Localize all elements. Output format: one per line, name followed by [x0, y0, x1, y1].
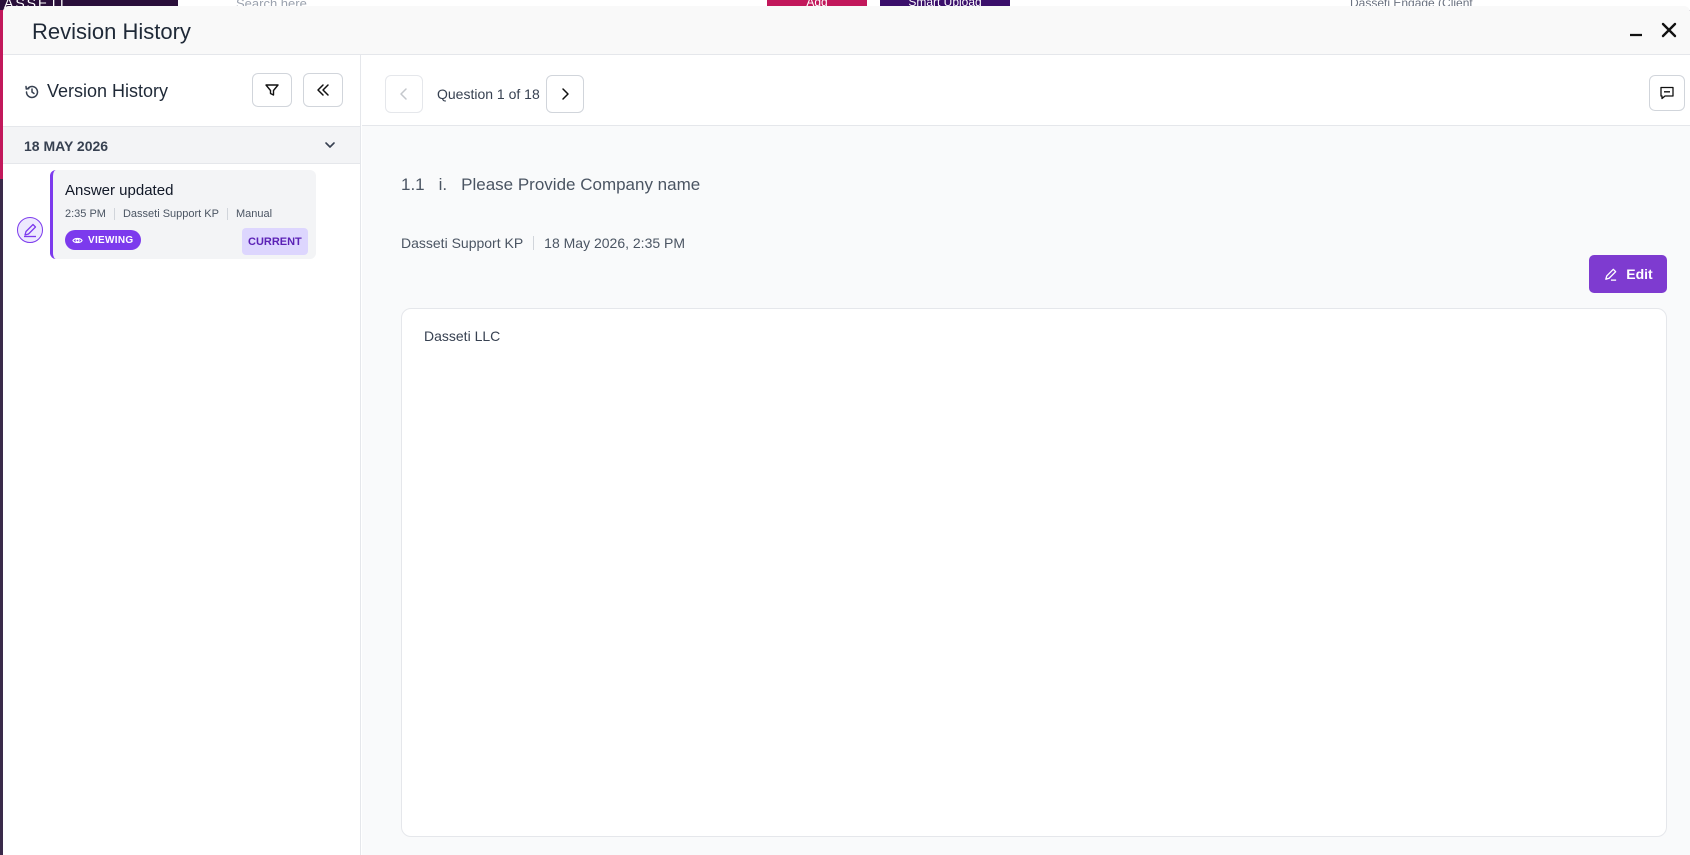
chevron-left-icon [400, 88, 407, 100]
main-content: Question 1 of 18 1.1 i. Please Provide C… [362, 55, 1690, 855]
answer-author: Dasseti Support KP [401, 235, 524, 251]
revision-time: 2:35 PM [65, 208, 106, 220]
sidebar-header: Version History [3, 55, 360, 126]
answer-text: Dasseti LLC [424, 328, 501, 344]
viewing-label: VIEWING [88, 234, 134, 246]
current-badge: CURRENT [242, 228, 308, 255]
revision-card[interactable]: Answer updated 2:35 PM Dasseti Support K… [50, 170, 316, 259]
date-group-label: 18 MAY 2026 [24, 138, 109, 154]
modal-title: Revision History [32, 19, 191, 44]
minimize-icon [1630, 33, 1642, 37]
minimize-button[interactable] [1624, 18, 1648, 42]
chevron-right-icon [562, 88, 569, 100]
answer-timestamp: 18 May 2026, 2:35 PM [544, 235, 686, 251]
chevrons-left-icon [317, 84, 329, 96]
question-counter: Question 1 of 18 [437, 86, 540, 102]
pencil-icon [24, 223, 37, 238]
comment-icon [1660, 86, 1674, 100]
next-question-button[interactable] [546, 75, 584, 113]
revision-marker [17, 217, 43, 243]
edit-label: Edit [1626, 266, 1653, 282]
history-icon [25, 85, 39, 98]
filter-icon [265, 84, 279, 96]
comments-button[interactable] [1649, 75, 1685, 111]
collapse-sidebar-button[interactable] [303, 73, 343, 107]
modal-header: Revision History [3, 6, 1690, 55]
revision-user: Dasseti Support KP [122, 208, 219, 220]
revision-title: Answer updated [65, 182, 174, 199]
sidebar-title: Version History [47, 81, 169, 101]
viewing-badge: VIEWING [65, 230, 142, 250]
question-heading: 1.1 i. Please Provide Company name [401, 175, 700, 195]
revision-history-modal: Revision History Version History 18 MAY … [3, 6, 1690, 855]
divider [533, 236, 535, 250]
eye-icon [72, 237, 83, 243]
question-subnumber: i. [438, 175, 448, 194]
revision-source: Manual [235, 208, 273, 220]
previous-question-button[interactable] [385, 75, 423, 113]
question-toolbar: Question 1 of 18 [362, 55, 1690, 126]
divider [226, 208, 228, 220]
close-icon [1661, 22, 1677, 38]
edit-button[interactable]: Edit [1589, 255, 1667, 293]
question-number: 1.1 [401, 175, 425, 194]
chevron-down-icon [325, 142, 335, 148]
answer-box: Dasseti LLC [401, 308, 1667, 837]
version-history-sidebar: Version History 18 MAY 2026 Answer updat… [3, 55, 361, 855]
answer-author-line: Dasseti Support KP 18 May 2026, 2:35 PM [401, 235, 685, 251]
divider [113, 208, 115, 220]
pencil-icon [1605, 268, 1617, 281]
filter-button[interactable] [252, 73, 292, 107]
date-group-header[interactable]: 18 MAY 2026 [3, 126, 360, 164]
sidebar-title-wrap: Version History [24, 81, 168, 102]
revision-meta: 2:35 PM Dasseti Support KP Manual [65, 208, 272, 220]
question-text: Please Provide Company name [461, 175, 701, 194]
close-button[interactable] [1657, 18, 1681, 42]
